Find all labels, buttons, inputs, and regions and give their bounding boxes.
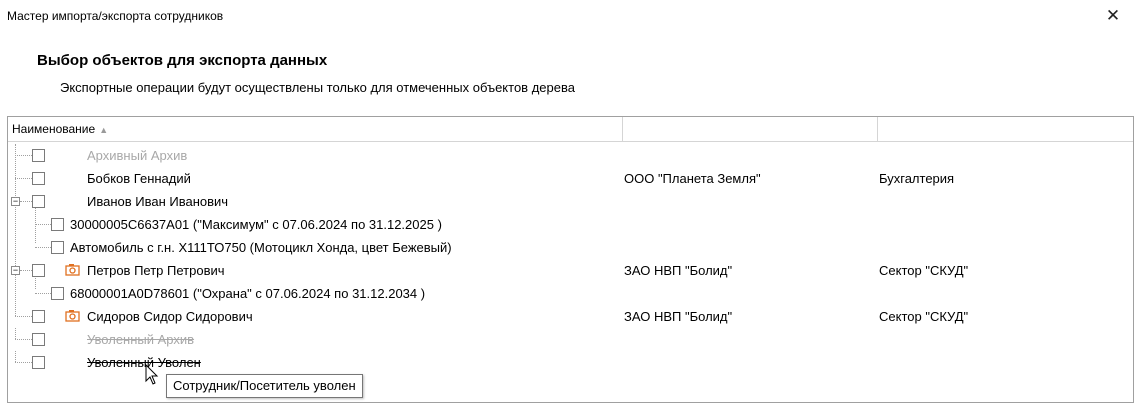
tree-row[interactable]: Уволенный Уволен	[8, 351, 1133, 374]
title-bar: Мастер импорта/экспорта сотрудников ✕	[0, 0, 1136, 31]
close-button[interactable]: ✕	[1090, 0, 1136, 31]
tree-line	[35, 224, 51, 225]
row-organization: ЗАО НВП "Болид"	[624, 263, 733, 278]
tree-line	[15, 328, 16, 339]
window-title: Мастер импорта/экспорта сотрудников	[7, 9, 224, 23]
row-name: Автомобиль с г.н. Х111ТО750 (Мотоцикл Хо…	[70, 240, 452, 255]
tree-line	[35, 247, 51, 248]
tree-line	[15, 178, 32, 179]
row-name: Архивный Архив	[87, 148, 188, 163]
tree-line	[15, 316, 32, 317]
row-checkbox[interactable]	[32, 356, 45, 369]
tree-line	[35, 293, 51, 294]
row-checkbox[interactable]	[32, 172, 45, 185]
row-organization: ООО "Планета Земля"	[624, 171, 761, 186]
tree-row[interactable]: Автомобиль с г.н. Х111ТО750 (Мотоцикл Хо…	[8, 236, 1133, 259]
tree-line	[15, 155, 32, 156]
row-department: Сектор "СКУД"	[879, 309, 969, 324]
object-tree[interactable]: Наименование ▲ Архивный Архив Бобков Генн…	[7, 116, 1134, 403]
row-organization: ЗАО НВП "Болид"	[624, 309, 733, 324]
row-checkbox[interactable]	[51, 287, 64, 300]
mouse-pointer-icon	[145, 364, 159, 385]
camera-icon	[65, 264, 80, 276]
tree-row[interactable]: Бобков Геннадий ООО "Планета Земля" Бухг…	[8, 167, 1133, 190]
row-checkbox[interactable]	[32, 310, 45, 323]
tree-row[interactable]: Уволенный Архив	[8, 328, 1133, 351]
tooltip: Сотрудник/Посетитель уволен	[166, 374, 363, 398]
tree-line	[15, 362, 32, 363]
row-name: Иванов Иван Иванович	[87, 194, 229, 209]
tree-row[interactable]: Сидоров Сидор Сидорович ЗАО НВП "Болид" …	[8, 305, 1133, 328]
row-checkbox[interactable]	[32, 195, 45, 208]
column-header-label: Наименование	[12, 122, 96, 136]
collapse-toggle[interactable]: −	[11, 197, 20, 206]
tree-line	[15, 339, 32, 340]
row-name: Бобков Геннадий	[87, 171, 191, 186]
camera-icon	[65, 310, 80, 322]
tree-line	[20, 201, 32, 202]
page-subheading: Экспортные операции будут осуществлены т…	[60, 80, 575, 95]
row-name: Уволенный Уволен	[87, 355, 201, 370]
row-name: Уволенный Архив	[87, 332, 195, 347]
row-name: Сидоров Сидор Сидорович	[87, 309, 253, 324]
column-header-organization[interactable]	[623, 117, 878, 141]
column-header-department[interactable]	[878, 117, 1133, 141]
row-checkbox[interactable]	[32, 149, 45, 162]
tree-row[interactable]: − Иванов Иван Иванович	[8, 190, 1133, 213]
tree-row[interactable]: − Петров Петр Петрович ЗАО НВП "Болид" С…	[8, 259, 1133, 282]
row-department: Бухгалтерия	[879, 171, 955, 186]
tree-line	[20, 270, 32, 271]
row-checkbox[interactable]	[51, 218, 64, 231]
column-header-name[interactable]: Наименование ▲	[8, 117, 623, 141]
row-checkbox[interactable]	[51, 241, 64, 254]
tree-row[interactable]: 30000005C6637A01 ("Максимум" с 07.06.202…	[8, 213, 1133, 236]
tree-row[interactable]: Архивный Архив	[8, 144, 1133, 167]
row-checkbox[interactable]	[32, 333, 45, 346]
page-heading: Выбор объектов для экспорта данных	[37, 52, 328, 69]
row-name: 68000001A0D78601 ("Охрана" с 07.06.2024 …	[70, 286, 426, 301]
sort-ascending-icon: ▲	[99, 125, 109, 135]
row-department: Сектор "СКУД"	[879, 263, 969, 278]
collapse-toggle[interactable]: −	[11, 266, 20, 275]
tree-line	[15, 351, 16, 362]
row-checkbox[interactable]	[32, 264, 45, 277]
close-icon: ✕	[1105, 6, 1121, 25]
tree-header: Наименование ▲	[8, 117, 1133, 142]
tree-row[interactable]: 68000001A0D78601 ("Охрана" с 07.06.2024 …	[8, 282, 1133, 305]
row-name: Петров Петр Петрович	[87, 263, 225, 278]
row-name: 30000005C6637A01 ("Максимум" с 07.06.202…	[70, 217, 442, 232]
